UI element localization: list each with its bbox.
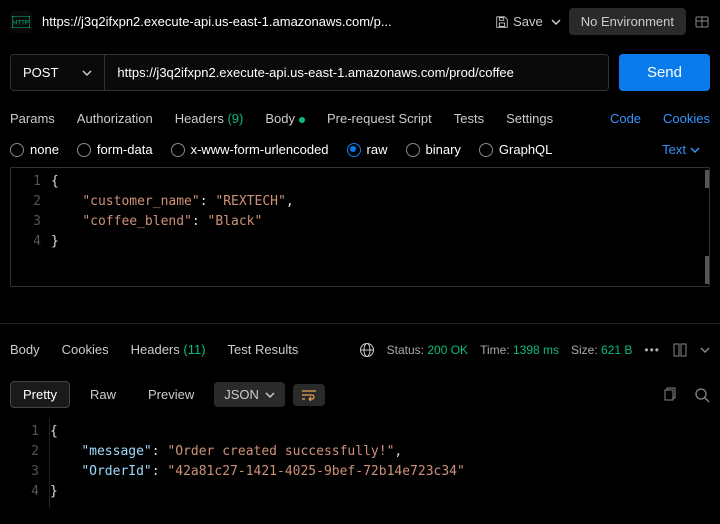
response-view-row: Pretty Raw Preview JSON [0, 375, 720, 418]
editor-gutter: 1234 [11, 168, 51, 286]
copy-icon[interactable] [662, 387, 678, 403]
save-button[interactable]: Save [495, 14, 543, 29]
response-body-editor[interactable]: 1234 { "message": "Order created success… [10, 418, 710, 508]
chevron-down-icon [690, 145, 700, 155]
http-method-icon: HTTP [10, 11, 32, 33]
response-body-code[interactable]: { "message": "Order created successfully… [50, 418, 710, 508]
save-response-icon[interactable] [672, 342, 688, 358]
view-raw-button[interactable]: Raw [78, 382, 128, 407]
body-type-form-data[interactable]: form-data [77, 142, 153, 157]
chevron-down-icon [82, 68, 92, 78]
eye-icon [694, 14, 710, 30]
code-link[interactable]: Code [610, 101, 641, 136]
request-body-code[interactable]: { "customer_name": "REXTECH", "coffee_bl… [51, 168, 695, 286]
top-bar: HTTP https://j3q2ifxpn2.execute-api.us-e… [0, 0, 720, 44]
chevron-down-icon [551, 17, 561, 27]
body-active-dot [299, 117, 305, 123]
save-dropdown-button[interactable] [551, 17, 561, 27]
body-type-graphql[interactable]: GraphQL [479, 142, 552, 157]
view-pretty-button[interactable]: Pretty [10, 381, 70, 408]
tab-body[interactable]: Body [265, 101, 305, 136]
http-method-select[interactable]: POST [11, 55, 105, 90]
raw-type-dropdown[interactable]: Text [662, 142, 700, 157]
tab-params[interactable]: Params [10, 101, 55, 136]
body-type-row: none form-data x-www-form-urlencoded raw… [0, 136, 720, 167]
resp-tab-body[interactable]: Body [10, 332, 40, 367]
body-type-raw[interactable]: raw [347, 142, 388, 157]
cookies-link[interactable]: Cookies [663, 101, 710, 136]
request-url-row: POST Send [0, 44, 720, 101]
svg-text:HTTP: HTTP [13, 20, 29, 26]
body-type-none[interactable]: none [10, 142, 59, 157]
resp-tab-headers[interactable]: Headers (11) [131, 332, 206, 367]
tab-title[interactable]: https://j3q2ifxpn2.execute-api.us-east-1… [42, 14, 485, 29]
tab-tests[interactable]: Tests [454, 101, 484, 136]
body-type-xwww[interactable]: x-www-form-urlencoded [171, 142, 329, 157]
tab-prerequest[interactable]: Pre-request Script [327, 101, 432, 136]
response-tabs: Body Cookies Headers (11) Test Results S… [0, 324, 720, 375]
save-icon [495, 15, 509, 29]
editor-gutter: 1234 [10, 418, 50, 508]
tab-headers[interactable]: Headers (9) [175, 101, 244, 136]
view-preview-button[interactable]: Preview [136, 382, 206, 407]
request-url-input[interactable] [105, 55, 608, 90]
response-more-button[interactable]: ••• [644, 343, 660, 357]
tab-authorization[interactable]: Authorization [77, 101, 153, 136]
editor-minimap [695, 168, 709, 286]
response-section: Body Cookies Headers (11) Test Results S… [0, 323, 720, 508]
request-tabs: Params Authorization Headers (9) Body Pr… [0, 101, 720, 136]
globe-icon [359, 342, 375, 358]
request-body-editor[interactable]: 1234 { "customer_name": "REXTECH", "coff… [10, 167, 710, 287]
wrap-lines-button[interactable] [293, 384, 325, 406]
wrap-icon [301, 389, 317, 401]
chevron-down-icon[interactable] [700, 345, 710, 355]
chevron-down-icon [265, 390, 275, 400]
body-type-binary[interactable]: binary [406, 142, 461, 157]
resp-tab-test-results[interactable]: Test Results [228, 332, 299, 367]
search-icon[interactable] [694, 387, 710, 403]
env-quicklook-button[interactable] [694, 14, 710, 30]
method-url-group: POST [10, 54, 609, 91]
response-format-dropdown[interactable]: JSON [214, 382, 285, 407]
environment-selector[interactable]: No Environment [569, 8, 686, 35]
resp-tab-cookies[interactable]: Cookies [62, 332, 109, 367]
response-status: Status: 200 OK Time: 1398 ms Size: 621 B… [359, 342, 710, 358]
tab-settings[interactable]: Settings [506, 101, 553, 136]
send-button[interactable]: Send [619, 54, 710, 91]
